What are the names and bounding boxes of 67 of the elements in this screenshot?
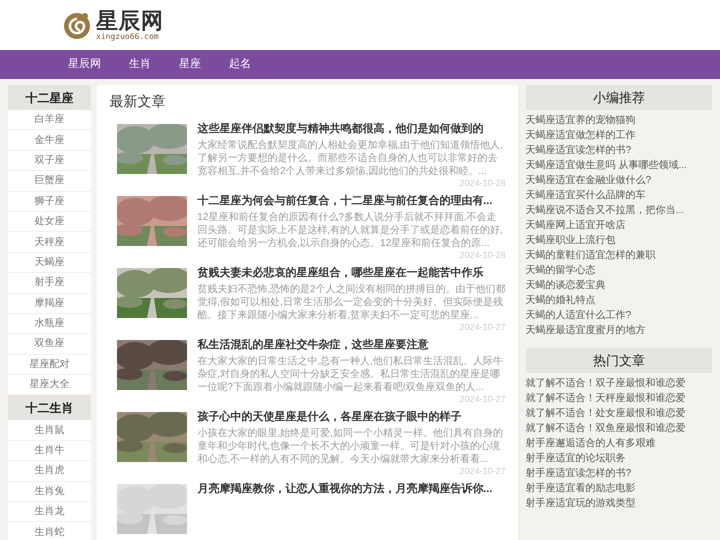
article-title[interactable]: 十二星座为何会与前任复合，十二星座与前任复合的理由有... bbox=[197, 194, 506, 208]
article-link[interactable]: 天蝎座适宜在金融业做什么? bbox=[526, 173, 652, 188]
article-link[interactable]: 射手座邂逅适合的人有多艰难 bbox=[526, 436, 656, 451]
article-link[interactable]: 就了解不适合！双子座最恨和谁恋爱 bbox=[526, 376, 686, 391]
article-link[interactable]: 射手座适宜玩的游戏类型 bbox=[526, 496, 636, 511]
article-excerpt: 在大家大家的日常生活之中,总有一种人,他们私日常生活混乱、人际牛杂症,对自身的私人空间十分缺乏安全感。私日常生活混乱的星座是哪一位呢?下面跟着小编就跟随小编一起来看看吧!双鱼座双鱼的人... bbox=[197, 355, 504, 394]
logo-domain: xingzuo66.com bbox=[96, 32, 159, 40]
nav-link[interactable]: 起名 bbox=[221, 56, 259, 73]
sidebar-heading: 十二星座 bbox=[8, 85, 92, 110]
sidebar-item[interactable]: 星座大全 bbox=[8, 375, 92, 396]
article-excerpt: 小孩在大家的眼里,始终是可爱,如同一个小精灵一样。他们具有自身的童年和少年时代,也像一个长不大的小顽童一样。可是针对小孩的心境和心态,不一样的人有不同的见解。今天小编就带大家来分析看看... bbox=[197, 427, 504, 466]
article-link[interactable]: 天蝎座网上适宜开啥店 bbox=[526, 218, 626, 233]
nav-link[interactable]: 星辰网 bbox=[60, 56, 109, 73]
sidebar-heading: 热门文章 bbox=[526, 348, 712, 373]
sidebar-item[interactable]: 狮子座 bbox=[8, 192, 92, 212]
sidebar-item[interactable]: 水瓶座 bbox=[8, 314, 92, 334]
article-link[interactable]: 天蝎座适宜买什么品牌的车 bbox=[526, 188, 646, 203]
article-link[interactable]: 天蝎座适宜做生意吗 从事哪些领域... bbox=[526, 158, 687, 173]
article-excerpt: 大家经常说配合默契度高的人相处会更加幸福,由于他们知道领悟他人,了解另一方要想的是什么。而那些不适合自身的人也可以非常好的去宽容相互,并不会给2个人带来过多烦恼,因此他们的共处很和睦。... bbox=[197, 139, 504, 178]
article-link[interactable]: 天蝎座职业上流行包 bbox=[526, 233, 616, 248]
article-link[interactable]: 就了解不适合！双鱼座最恨和谁恋爱 bbox=[526, 421, 686, 436]
nav-link[interactable]: 星座 bbox=[171, 56, 209, 73]
article-link[interactable]: 射手座适宜读怎样的书? bbox=[526, 466, 632, 481]
article-link[interactable]: 天蝎座适宜读怎样的书? bbox=[526, 143, 632, 158]
sidebar-item[interactable]: 天蝎座 bbox=[8, 252, 92, 274]
article-link[interactable]: 天蝎的人适宜什么工作? bbox=[526, 308, 632, 323]
sidebar-item[interactable]: 生肖虎 bbox=[8, 461, 92, 482]
sidebar-item[interactable]: 生肖牛 bbox=[8, 440, 92, 462]
article-title[interactable]: 这些星座伴侣默契度与精神共鸣都很高，他们是如何做到的 bbox=[197, 122, 506, 136]
article-link[interactable]: 天蝎座适宜养的宠物猫狗 bbox=[526, 113, 636, 128]
article-link[interactable]: 就了解不适合！天秤座最恨和谁恋爱 bbox=[526, 391, 686, 406]
logo-text: 星辰网 bbox=[96, 10, 164, 32]
article-link[interactable]: 天蝎座说不适合又不拉黑，把你当... bbox=[526, 203, 684, 218]
article-link[interactable]: 天蝎座最适宜度蜜月的地方 bbox=[526, 323, 646, 338]
sidebar-item[interactable]: 生肖鼠 bbox=[8, 420, 92, 441]
article-link[interactable]: 天蝎的婚礼特点 bbox=[526, 293, 596, 308]
sidebar-item[interactable]: 天秤座 bbox=[8, 232, 92, 253]
sidebar-item[interactable]: 双鱼座 bbox=[8, 334, 92, 355]
sidebar-item[interactable]: 巨蟹座 bbox=[8, 171, 92, 192]
sidebar-item[interactable]: 生肖兔 bbox=[8, 482, 92, 502]
article-excerpt: 贫贱夫妇不恐怖,恐怖的是2个人之间没有相同的拼搏目的。由于他们都觉得,假如可以相处,日常生活那么一定会变的十分美好。但实际便是残酷。接下来跟随小编大家来分析看,贫寒夫妇不一定可悲的星座... bbox=[197, 283, 506, 322]
article-link[interactable]: 射手座适宜的论坛职务 bbox=[526, 451, 626, 466]
article-link[interactable]: 射手座适宜看的励志电影 bbox=[526, 481, 636, 496]
article-link[interactable]: 天蝎座适宜做怎样的工作 bbox=[526, 128, 636, 143]
article-link[interactable]: 天蝎的谈恋爱宝典 bbox=[526, 278, 606, 293]
sidebar-item[interactable]: 射手座 bbox=[8, 273, 92, 294]
sidebar-item[interactable]: 摩羯座 bbox=[8, 294, 92, 314]
article-link[interactable]: 天蝎的留学心态 bbox=[526, 263, 596, 278]
sidebar-item[interactable]: 白羊座 bbox=[8, 110, 92, 130]
sidebar-item[interactable]: 生肖龙 bbox=[8, 502, 92, 522]
article-title[interactable]: 私生活混乱的星座社交牛杂症，这些星座要注意 bbox=[197, 338, 506, 352]
article-title[interactable]: 贫贱夫妻未必悲哀的星座组合，哪些星座在一起能苦中作乐 bbox=[197, 266, 506, 280]
article-title[interactable]: 孩子心中的天使星座是什么，各星座在孩子眼中的样子 bbox=[197, 410, 506, 424]
sidebar-item[interactable]: 生肖蛇 bbox=[8, 522, 92, 540]
sidebar-item[interactable]: 星座配对 bbox=[8, 354, 92, 376]
article-link[interactable]: 就了解不适合！处女座最恨和谁恋爱 bbox=[526, 406, 686, 421]
article-title[interactable]: 月亮摩羯座教你，让恋人重视你的方法，月亮摩羯座告诉你... bbox=[197, 482, 506, 496]
sidebar-item[interactable]: 金牛座 bbox=[8, 130, 92, 151]
article-link[interactable]: 天蝎的童鞋们适宜怎样的兼职 bbox=[526, 248, 656, 263]
sidebar-item[interactable]: 处女座 bbox=[8, 212, 92, 232]
sidebar-heading: 十二生肖 bbox=[8, 395, 92, 420]
sidebar-heading: 小编推荐 bbox=[526, 85, 712, 110]
nav-link[interactable]: 生肖 bbox=[121, 56, 159, 73]
article-excerpt: 12星座和前任复合的原因有什么?多数人说分手后就不拜拜面,不会走回头路。可是实际上不是这样,有的人就算是分手了或是恋着前任的好,还可能会给另一方机会,以示自身的心态。12星座和前任复合的原... bbox=[197, 211, 504, 250]
sidebar-item[interactable]: 双子座 bbox=[8, 150, 92, 172]
logo-icon bbox=[62, 10, 92, 40]
section-title: 最新文章 bbox=[109, 92, 166, 111]
